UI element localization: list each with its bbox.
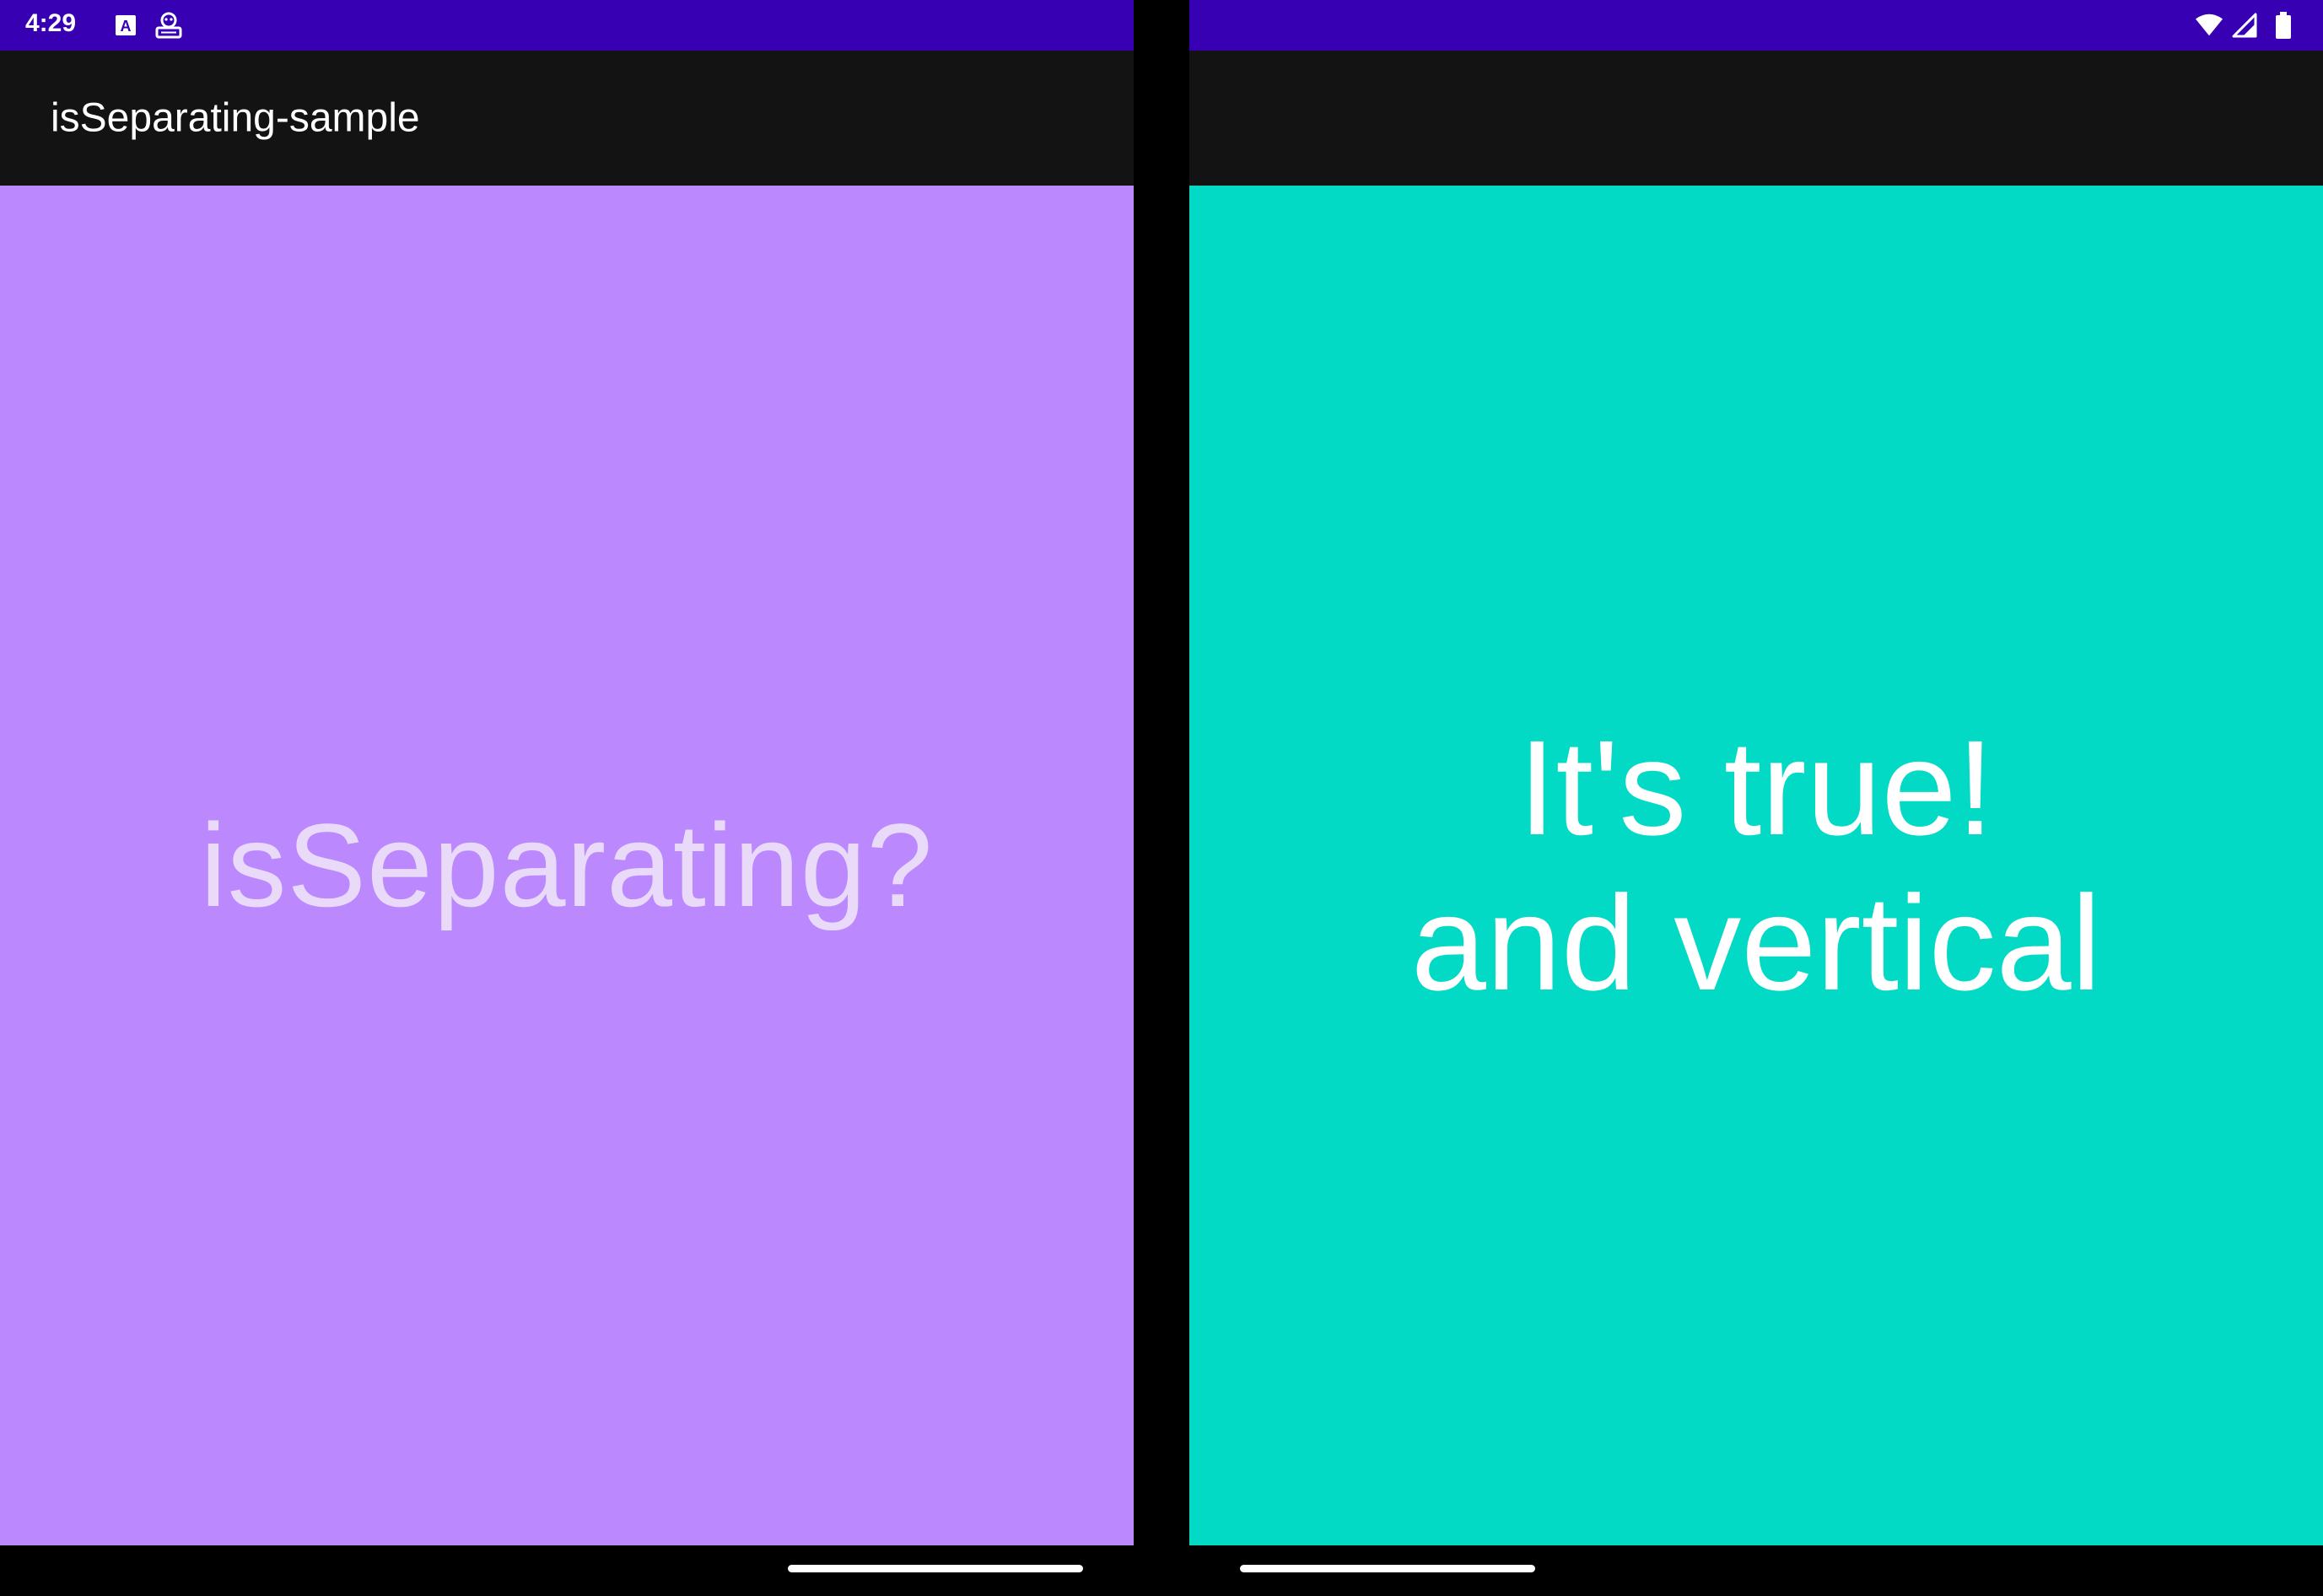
right-pane: It's true! and vertical bbox=[1189, 186, 2323, 1545]
is-separating-question: isSeparating? bbox=[200, 799, 934, 931]
gesture-handle-left[interactable] bbox=[788, 1565, 1083, 1572]
app-title: isSeparating-sample bbox=[51, 95, 420, 141]
developer-mode-icon bbox=[154, 10, 183, 40]
left-pane: isSeparating? bbox=[0, 186, 1134, 1545]
result-message: It's true! and vertical bbox=[1411, 710, 2101, 1021]
text-a-icon: A bbox=[111, 10, 140, 40]
left-screen: 4:29 A isSeparating-sample isSeparating? bbox=[0, 0, 1134, 1596]
right-screen: It's true! and vertical bbox=[1189, 0, 2323, 1596]
app-bar-right bbox=[1189, 51, 2323, 186]
result-line-2: and vertical bbox=[1410, 867, 2102, 1018]
cell-signal-icon bbox=[2230, 10, 2259, 40]
gesture-handle-right[interactable] bbox=[1240, 1565, 1535, 1572]
status-time: 4:29 bbox=[25, 9, 77, 37]
svg-text:A: A bbox=[121, 18, 132, 35]
status-bar-right bbox=[1189, 0, 2323, 51]
battery-icon bbox=[2269, 10, 2298, 40]
wifi-icon bbox=[2195, 10, 2223, 40]
app-bar: isSeparating-sample bbox=[0, 51, 1134, 186]
navigation-bar-right bbox=[1189, 1545, 2323, 1596]
navigation-bar-left bbox=[0, 1545, 1134, 1596]
result-line-1: It's true! bbox=[1517, 712, 1995, 863]
status-bar-left: 4:29 A bbox=[0, 0, 1134, 51]
